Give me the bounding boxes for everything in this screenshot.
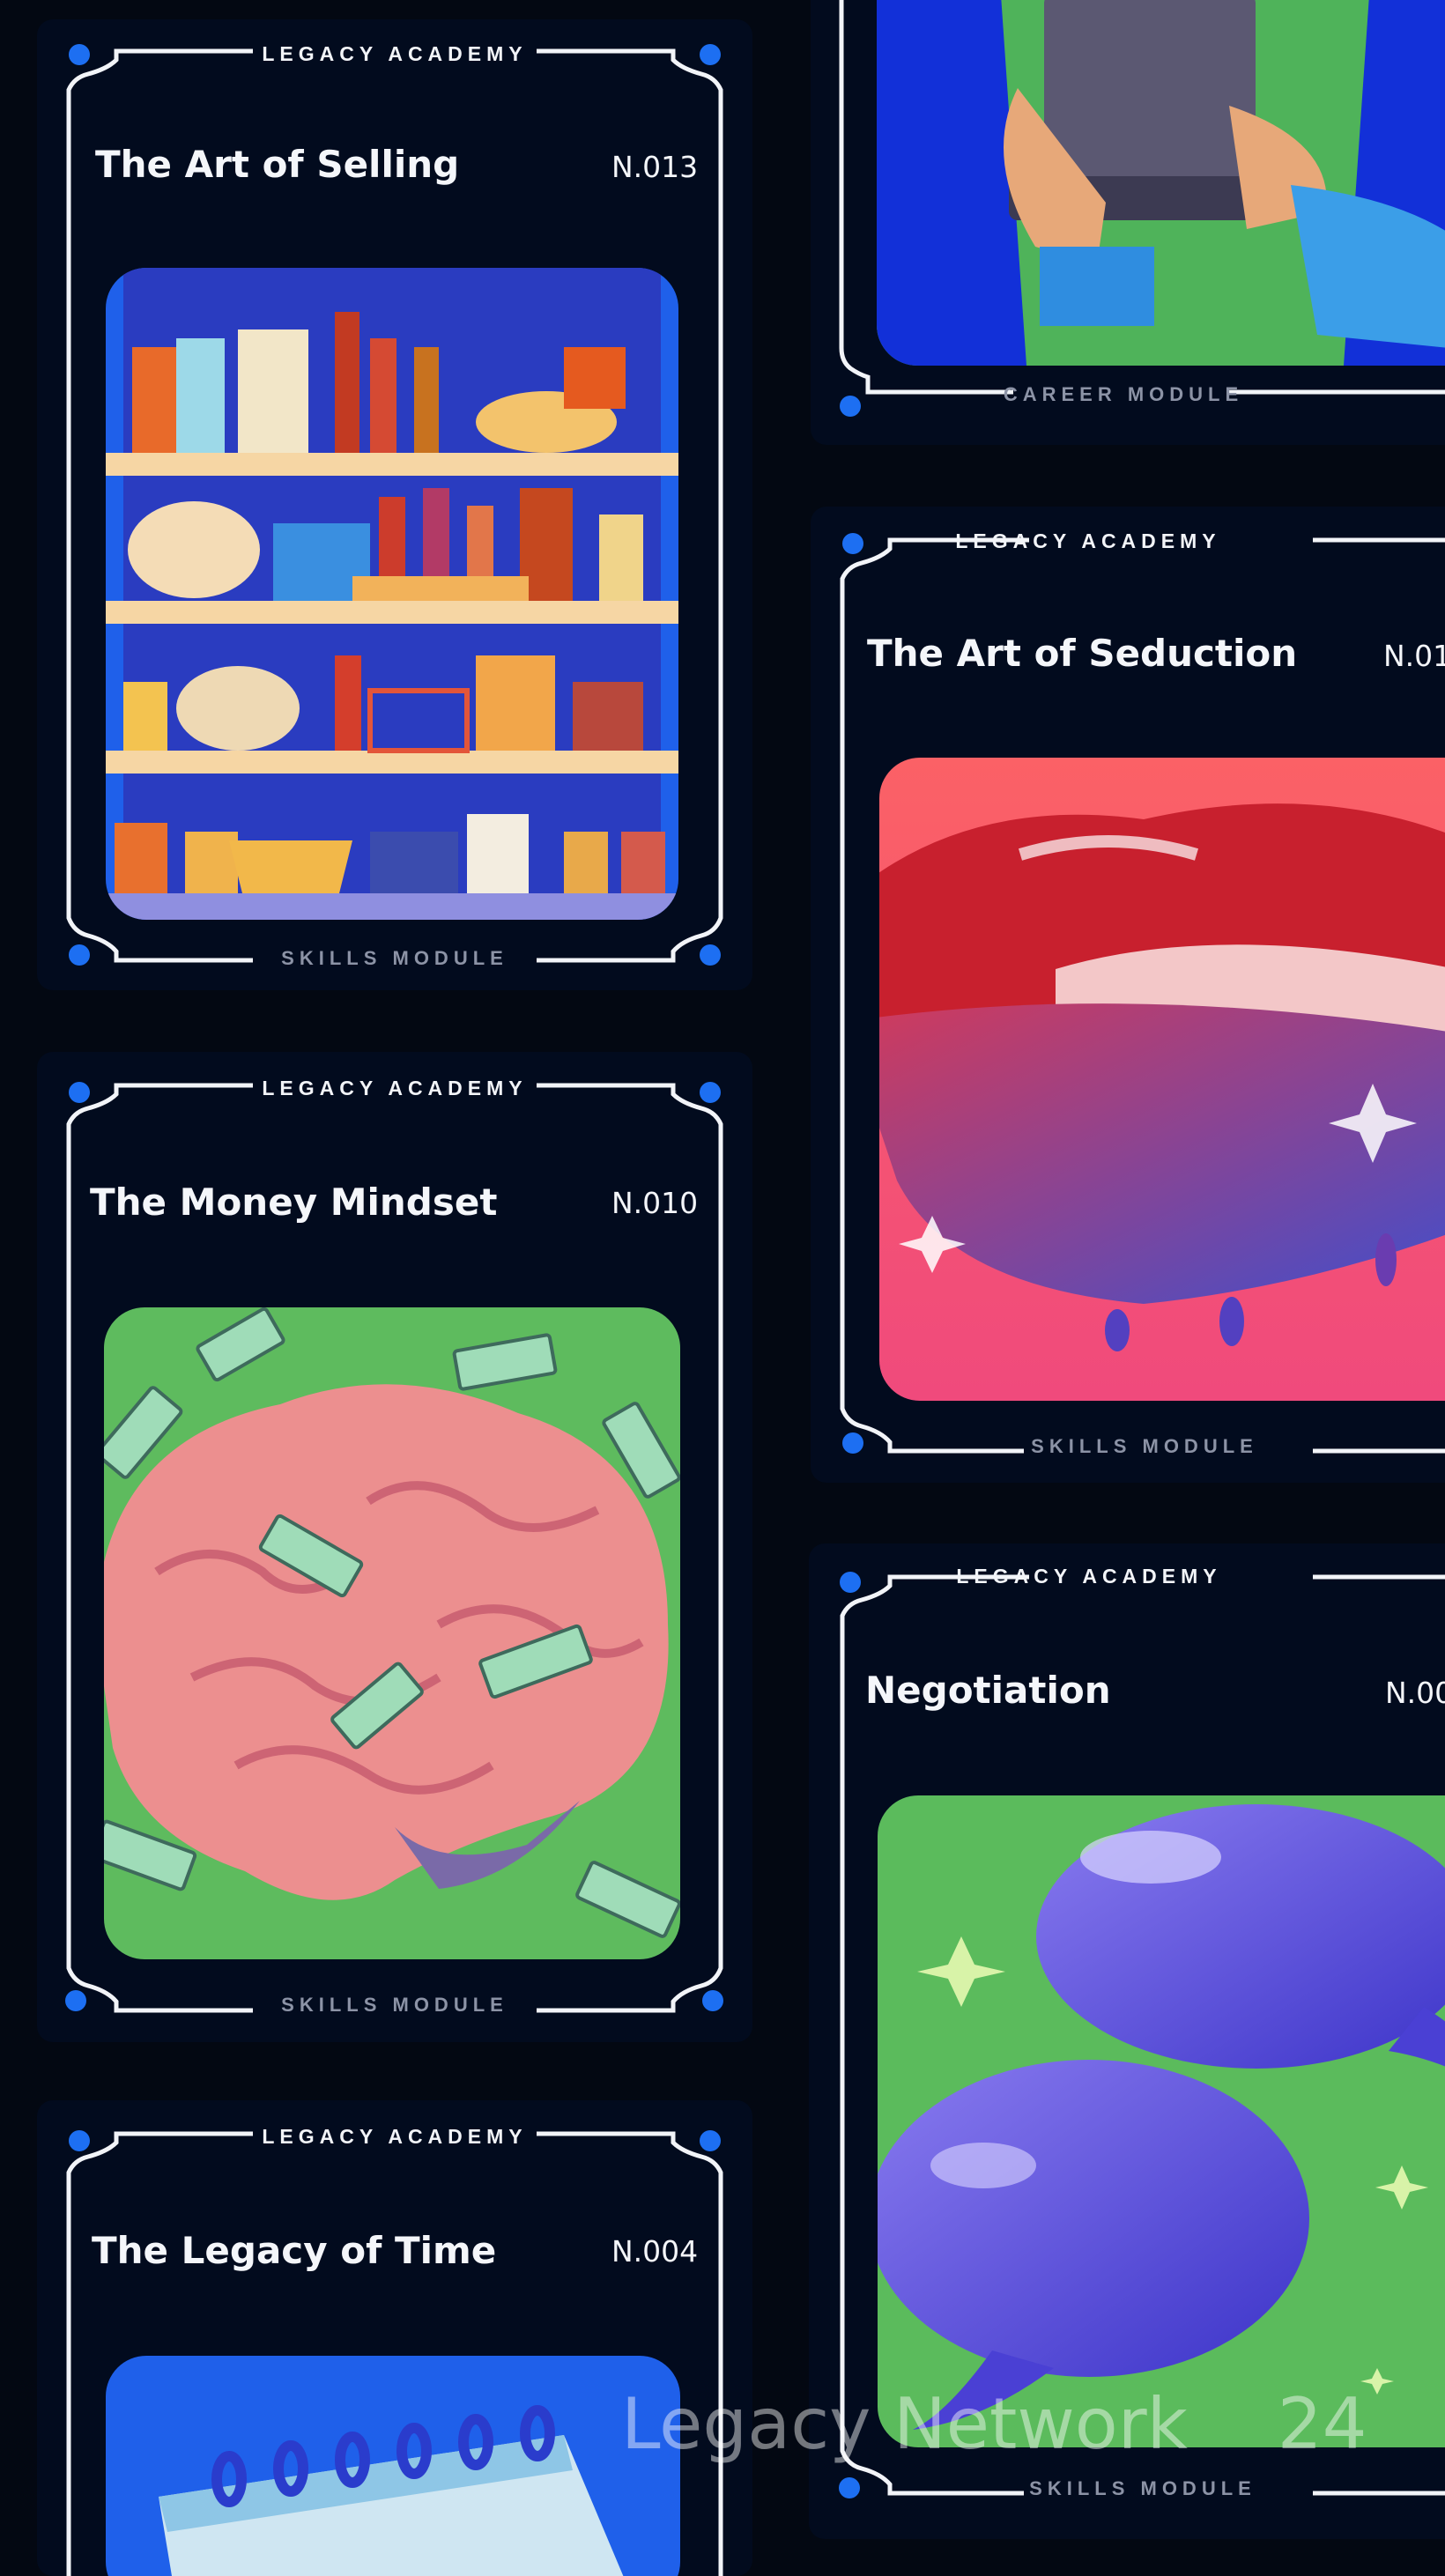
- card-brand-label: LEGACY ACADEMY: [262, 2125, 528, 2148]
- card-module-label: SKILLS MODULE: [281, 1994, 508, 2016]
- card-title: Negotiation: [865, 1669, 1111, 1712]
- trophy-illustration: [877, 0, 1445, 366]
- card-number: N.01: [1383, 639, 1445, 673]
- course-card-career[interactable]: CAREER MODULE: [811, 0, 1445, 445]
- course-card-art-of-seduction[interactable]: LEGACY ACADEMY The Art of Seduction N.01: [811, 507, 1445, 1483]
- card-number: N.004: [611, 2234, 699, 2269]
- card-title: The Legacy of Time: [92, 2229, 497, 2272]
- calendar-illustration: [106, 2356, 680, 2576]
- card-number: N.010: [611, 1186, 699, 1220]
- money-brain-illustration: [104, 1307, 680, 1959]
- card-module-label: CAREER MODULE: [1003, 383, 1244, 405]
- card-brand-label: LEGACY ACADEMY: [262, 1077, 528, 1099]
- card-brand-label: LEGACY ACADEMY: [955, 529, 1221, 552]
- grocery-shelf-illustration: [106, 268, 678, 920]
- course-card-art-of-selling[interactable]: LEGACY ACADEMY The Art of Selling N.013: [37, 19, 752, 990]
- card-brand-label: LEGACY ACADEMY: [956, 1565, 1222, 1588]
- course-card-money-mindset[interactable]: LEGACY ACADEMY The Money Mindset N.010 S…: [37, 1052, 752, 2042]
- watermark-text: Legacy Network 24: [621, 2383, 1367, 2465]
- card-title: The Money Mindset: [90, 1181, 498, 1224]
- card-brand-label: LEGACY ACADEMY: [262, 42, 528, 65]
- card-module-label: SKILLS MODULE: [1031, 1435, 1258, 1457]
- speech-bubbles-illustration: [878, 1795, 1445, 2447]
- card-number: N.00: [1385, 1676, 1445, 1710]
- lips-illustration: [879, 758, 1445, 1401]
- course-card-legacy-of-time[interactable]: LEGACY ACADEMY The Legacy of Time N.004: [37, 2100, 752, 2576]
- card-module-label: SKILLS MODULE: [1029, 2477, 1256, 2499]
- card-number: N.013: [611, 150, 699, 184]
- card-title: The Art of Seduction: [867, 632, 1298, 675]
- card-module-label: SKILLS MODULE: [281, 947, 508, 969]
- card-title: The Art of Selling: [95, 143, 460, 186]
